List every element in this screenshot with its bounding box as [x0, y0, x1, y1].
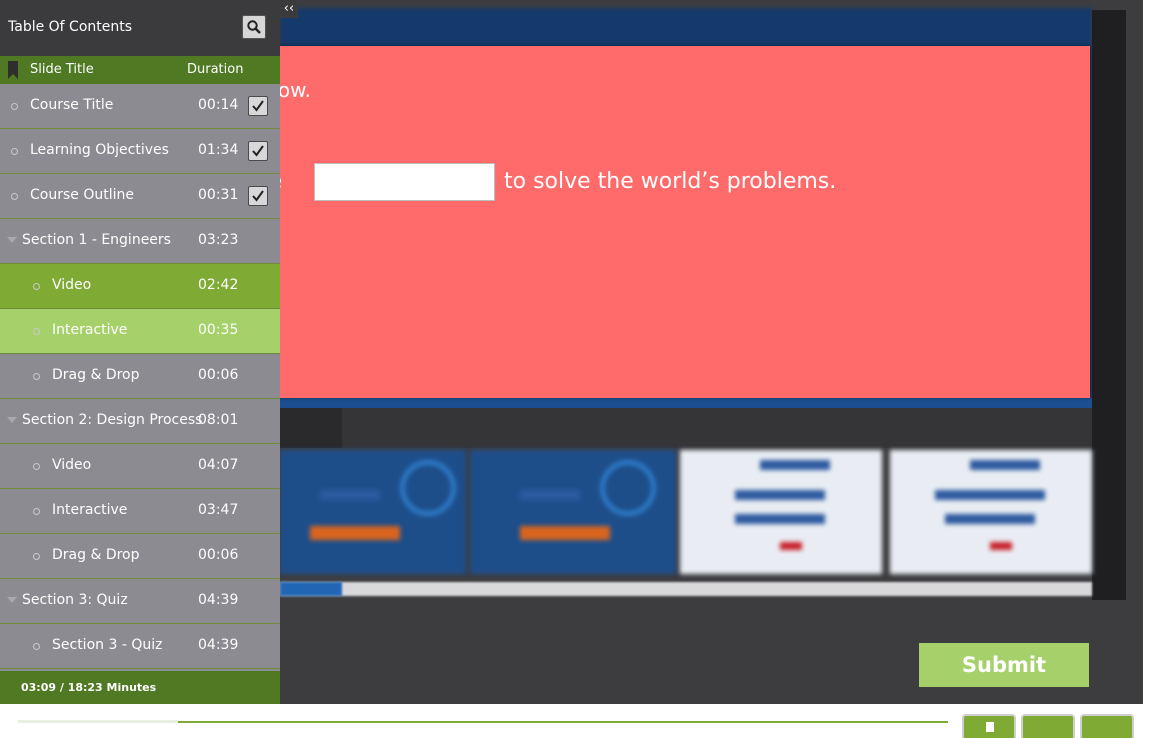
question-text-after-blank: to solve the world’s problems.	[504, 169, 837, 194]
bookmark-icon	[8, 61, 18, 79]
toc-row-title: Section 1 - Engineers	[22, 232, 171, 248]
elapsed-time: 03:09 / 18:23 Minutes	[21, 681, 157, 694]
next-button[interactable]	[1080, 714, 1134, 738]
toc-section-row[interactable]: Section 3: Quiz 04:39	[0, 579, 280, 624]
question-panel: elow. te to solve the world’s problems.	[260, 46, 1090, 398]
column-duration: Duration	[187, 62, 244, 77]
fill-in-blank-input[interactable]	[314, 163, 495, 201]
toc-row-title: Section 2: Design Process	[22, 412, 203, 428]
thumbnail-1	[280, 450, 466, 574]
toc-row-title: Learning Objectives	[30, 142, 169, 158]
thumbnail-2	[470, 450, 676, 574]
toc-row-title: Video	[52, 277, 92, 293]
collapse-sidebar-button[interactable]: ‹‹	[280, 0, 298, 18]
toc-row-title: Video	[52, 457, 92, 473]
slide-toolbar-dark	[342, 408, 1092, 448]
play-button[interactable]	[962, 714, 1016, 738]
toc-row-title: Course Outline	[30, 187, 134, 203]
toc-title: Table Of Contents	[8, 19, 133, 35]
bullet-icon	[11, 103, 18, 110]
toc-row-duration: 03:47	[198, 502, 239, 518]
toc-row-duration: 01:34	[198, 142, 239, 158]
slide-progress-blurred	[280, 582, 1092, 596]
toc-row-duration: 03:23	[198, 232, 239, 248]
toc-row-title: Interactive	[52, 502, 128, 518]
toc-row-duration: 02:42	[198, 277, 239, 293]
prev-button[interactable]	[1021, 714, 1075, 738]
toc-slide-row[interactable]: Learning Objectives 01:34	[0, 129, 280, 174]
toc-row-duration: 08:01	[198, 412, 239, 428]
thumbnail-3	[680, 450, 882, 574]
toc-row-title: Section 3 - Quiz	[52, 637, 163, 653]
checkmark-icon	[248, 141, 268, 161]
toc-row-duration: 00:35	[198, 322, 239, 338]
expand-triangle-icon[interactable]	[7, 597, 17, 603]
toc-slide-row[interactable]: Video 02:42	[0, 264, 280, 309]
toc-header: Table Of Contents	[0, 0, 280, 56]
toc-row-title: Drag & Drop	[52, 547, 140, 563]
thumbnail-4	[890, 450, 1092, 574]
toc-slide-row[interactable]: Interactive 03:47	[0, 489, 280, 534]
bullet-icon	[33, 283, 40, 290]
bullet-icon	[11, 193, 18, 200]
checkmark-icon	[248, 186, 268, 206]
expand-triangle-icon[interactable]	[7, 237, 17, 243]
toc-row-duration: 04:39	[198, 592, 239, 608]
toc-slide-row[interactable]: Section 3 - Quiz 04:39	[0, 624, 280, 669]
bullet-icon	[11, 148, 18, 155]
toc-section-row[interactable]: Section 2: Design Process 08:01	[0, 399, 280, 444]
toc-row-duration: 00:06	[198, 547, 239, 563]
toc-slide-row[interactable]: Course Outline 00:31	[0, 174, 280, 219]
bullet-icon	[33, 328, 40, 335]
toc-row-title: Course Title	[30, 97, 114, 113]
bullet-icon	[33, 373, 40, 380]
toc-row-title: Interactive	[52, 322, 128, 338]
checkmark-icon	[248, 96, 268, 116]
toc-row-duration: 04:39	[198, 637, 239, 653]
toc-row-title: Drag & Drop	[52, 367, 140, 383]
toc-row-title: Section 3: Quiz	[22, 592, 128, 608]
toc-slide-row[interactable]: Video 04:07	[0, 444, 280, 489]
submit-button[interactable]: Submit	[919, 643, 1089, 687]
toc-list: Course Title 00:14 Learning Objectives 01:3…	[0, 84, 280, 669]
player-stage: elow. te to solve the world’s problems. …	[0, 0, 1143, 704]
table-of-contents: Table Of Contents Slide Title Duration C…	[0, 0, 280, 704]
bullet-icon	[33, 643, 40, 650]
slide-right-edge	[1092, 10, 1126, 600]
toc-row-duration: 00:31	[198, 187, 239, 203]
toc-footer: 03:09 / 18:23 Minutes	[0, 671, 280, 704]
toc-row-duration: 00:14	[198, 97, 239, 113]
play-icon	[986, 722, 994, 732]
player-control-bar	[0, 704, 1153, 738]
column-slide-title: Slide Title	[30, 62, 94, 77]
toc-slide-row[interactable]: Drag & Drop 00:06	[0, 534, 280, 579]
expand-triangle-icon[interactable]	[7, 417, 17, 423]
toc-slide-row[interactable]: Drag & Drop 00:06	[0, 354, 280, 399]
bullet-icon	[33, 553, 40, 560]
toc-row-duration: 04:07	[198, 457, 239, 473]
bullet-icon	[33, 508, 40, 515]
toc-section-row[interactable]: Section 1 - Engineers 03:23	[0, 219, 280, 264]
slide-progress-fill-blurred	[280, 582, 342, 596]
seek-bar-played	[18, 720, 178, 723]
toc-row-duration: 00:06	[198, 367, 239, 383]
search-icon[interactable]	[242, 15, 266, 39]
bullet-icon	[33, 463, 40, 470]
toc-slide-row[interactable]: Course Title 00:14	[0, 84, 280, 129]
toc-column-header: Slide Title Duration	[0, 56, 280, 84]
toc-slide-row[interactable]: Interactive 00:35	[0, 309, 280, 354]
